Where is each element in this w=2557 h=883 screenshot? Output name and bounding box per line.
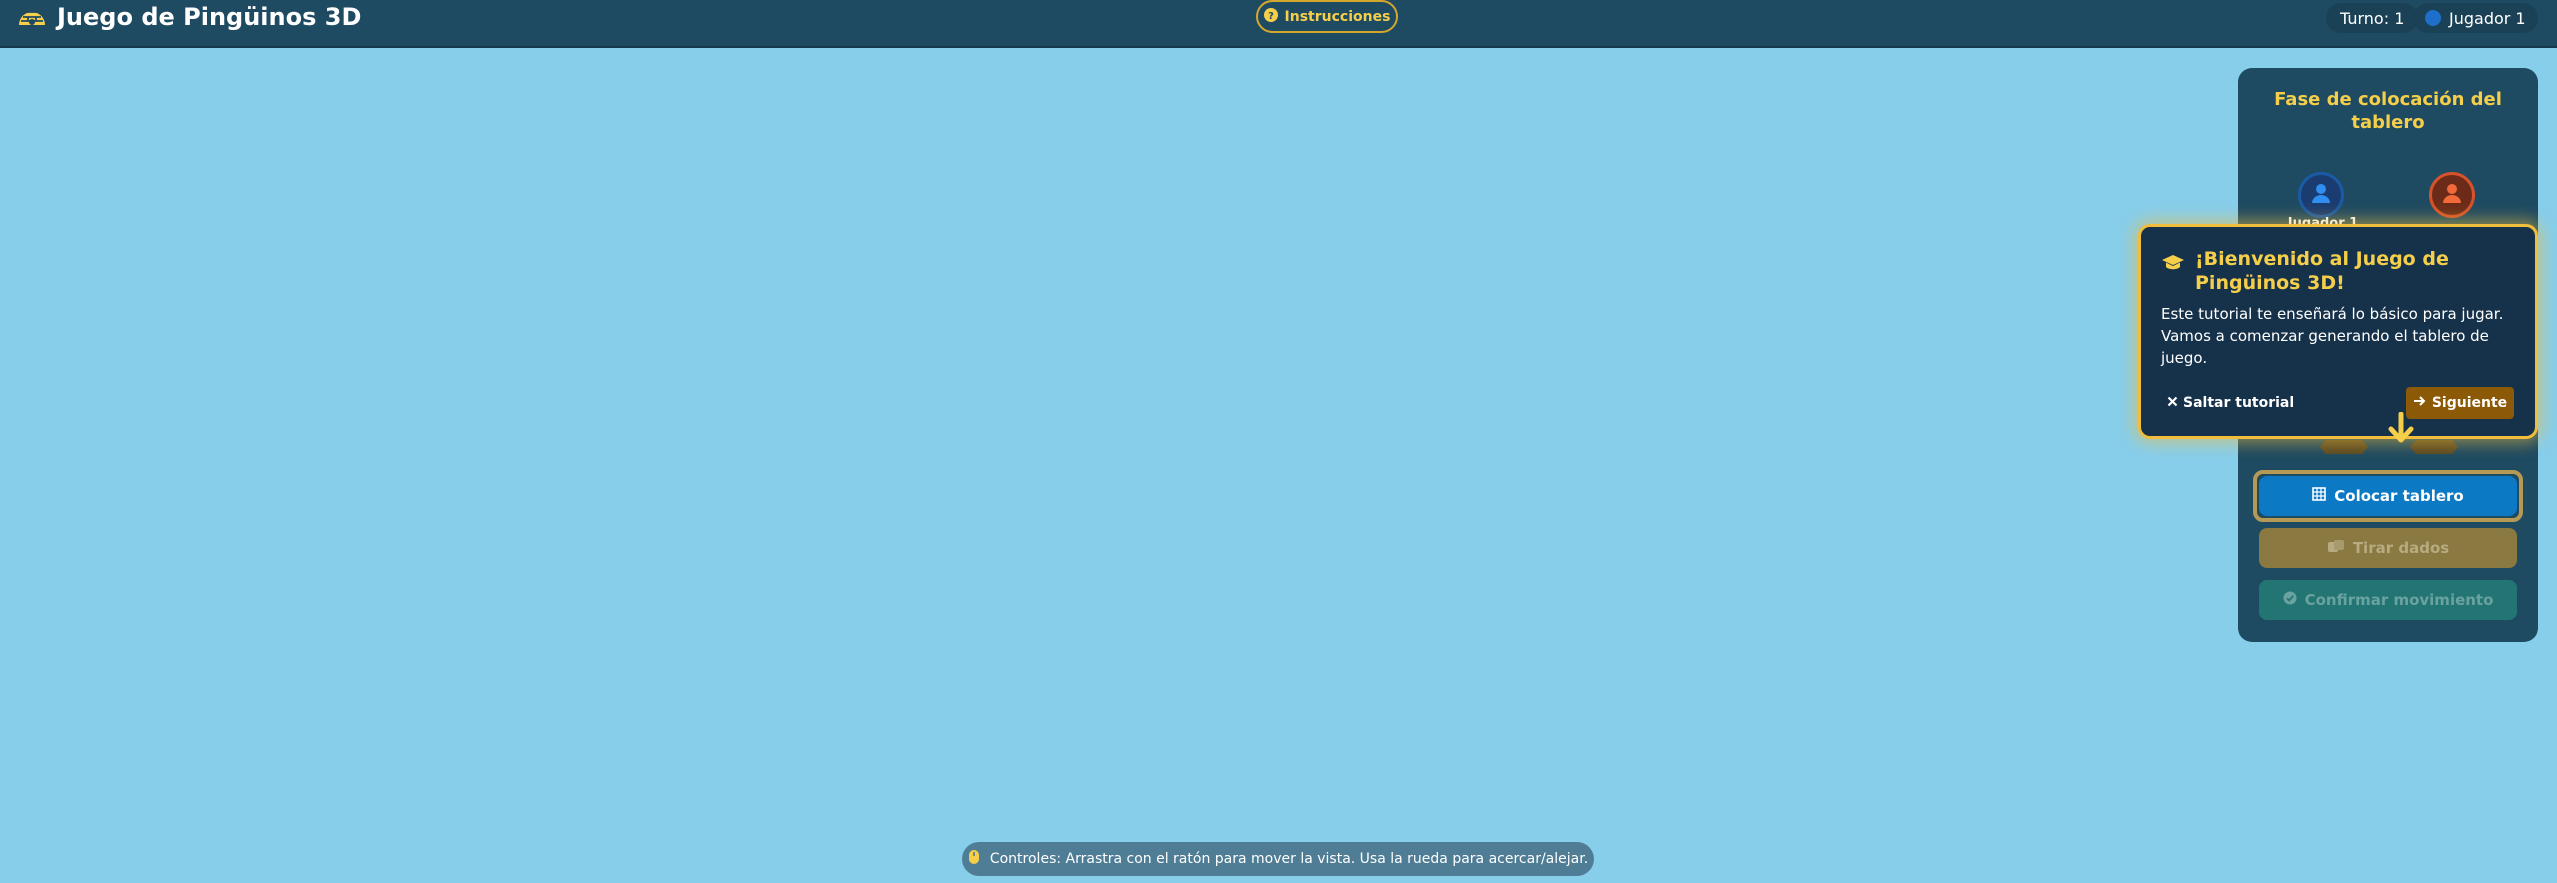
confirm-move-label: Confirmar movimiento (2304, 591, 2494, 609)
grid-icon (2312, 487, 2327, 505)
arrow-right-icon (2413, 395, 2426, 411)
roll-dice-button[interactable]: Tirar dados (2259, 528, 2517, 568)
svg-text:?: ? (1268, 11, 1274, 22)
skip-tutorial-label: Saltar tutorial (2183, 395, 2295, 411)
tutorial-body: Este tutorial te enseñará lo básico para… (2161, 305, 2504, 367)
brand: Juego de Pingüinos 3D (17, 2, 361, 32)
turn-text: Turno: 1 (2340, 8, 2405, 28)
board-tile-preview (2320, 440, 2368, 454)
close-icon (2167, 395, 2178, 411)
check-circle-icon (2283, 591, 2297, 609)
user-icon (2441, 182, 2463, 208)
instructions-label: Instrucciones (1284, 8, 1391, 25)
controls-hint-text: Controles: Arrastra con el ratón para mo… (989, 851, 1589, 867)
turn-indicator: Turno: 1 (2326, 3, 2419, 33)
question-circle-icon: ? (1263, 7, 1278, 26)
graduation-cap-icon (2161, 247, 2185, 295)
roll-dice-label: Tirar dados (2352, 539, 2450, 557)
next-step-label: Siguiente (2431, 395, 2508, 411)
arrow-down-icon (2386, 411, 2416, 450)
confirm-move-button[interactable]: Confirmar movimiento (2259, 580, 2517, 620)
tutorial-popup: ¡Bienvenido al Juego de Pingüinos 3D! Es… (2138, 224, 2538, 439)
place-board-label: Colocar tablero (2334, 487, 2464, 505)
skip-tutorial-button[interactable]: Saltar tutorial (2167, 389, 2294, 417)
tutorial-title: ¡Bienvenido al Juego de Pingüinos 3D! (2195, 248, 2449, 294)
controls-hint: Controles: Arrastra con el ratón para mo… (962, 842, 1594, 876)
igloo-icon (17, 3, 47, 31)
user-icon (2310, 182, 2332, 208)
player-1-avatar (2298, 172, 2344, 218)
instructions-button[interactable]: ? Instrucciones (1256, 0, 1398, 33)
player-2-avatar (2429, 172, 2475, 218)
mouse-icon (968, 849, 980, 869)
top-bar: Juego de Pingüinos 3D ? Instrucciones Tu… (0, 0, 2557, 48)
player-color-dot (2425, 10, 2441, 26)
place-board-button[interactable]: Colocar tablero (2259, 476, 2517, 516)
app-title: Juego de Pingüinos 3D (57, 3, 362, 31)
current-player-indicator: Jugador 1 (2413, 3, 2538, 33)
phase-title: Fase de colocación del tablero (2274, 89, 2502, 133)
dice-icon (2327, 539, 2345, 557)
board-tile-preview (2410, 440, 2458, 454)
current-player-name: Jugador 1 (2449, 8, 2526, 28)
tutorial-header: ¡Bienvenido al Juego de Pingüinos 3D! (2161, 247, 2515, 295)
next-step-button[interactable]: Siguiente (2406, 387, 2514, 419)
